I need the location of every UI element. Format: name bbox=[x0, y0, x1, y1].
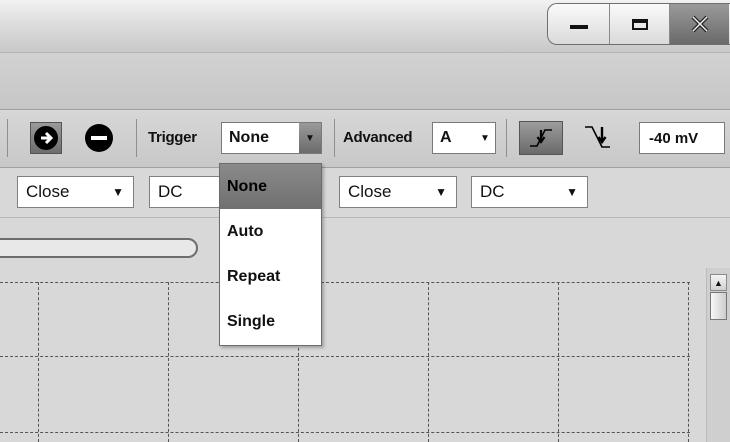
advanced-select-value: A bbox=[440, 129, 452, 146]
timeline-area bbox=[0, 218, 730, 268]
add-channel-icon bbox=[34, 126, 58, 150]
window-controls bbox=[547, 3, 730, 45]
channel-b-mode-value: DC bbox=[480, 182, 505, 201]
grid-line bbox=[0, 356, 690, 357]
grid-line bbox=[168, 282, 169, 442]
minimize-icon bbox=[569, 25, 588, 29]
maximize-button[interactable] bbox=[609, 4, 669, 44]
grid-line bbox=[558, 282, 559, 442]
trigger-dropdown-menu: None Auto Repeat Single bbox=[219, 163, 322, 346]
channel-b-coupling-select[interactable]: Close ▼ bbox=[339, 176, 457, 208]
trigger-option-single[interactable]: Single bbox=[220, 299, 321, 344]
add-channel-button[interactable] bbox=[30, 122, 62, 154]
trigger-option-none[interactable]: None bbox=[220, 164, 321, 209]
close-button[interactable] bbox=[669, 4, 729, 44]
rising-edge-icon bbox=[530, 129, 552, 147]
remove-channel-icon bbox=[85, 124, 113, 152]
falling-edge-icon bbox=[585, 126, 610, 148]
channel-a-coupling-select[interactable]: Close ▼ bbox=[17, 176, 134, 208]
channel-toolbar: Close ▼ DC Close ▼ DC ▼ bbox=[0, 168, 730, 218]
falling-edge-button[interactable] bbox=[582, 123, 614, 153]
trigger-option-auto[interactable]: Auto bbox=[220, 209, 321, 254]
toolbar-separator bbox=[7, 119, 8, 157]
toolbar-separator bbox=[334, 119, 335, 157]
main-toolbar: Trigger None ▼ Advanced A ▼ -40 mV bbox=[0, 110, 730, 168]
trigger-select-value: None bbox=[229, 129, 269, 146]
advanced-label: Advanced bbox=[343, 129, 413, 146]
chevron-down-icon: ▼ bbox=[435, 185, 447, 199]
toolbar-separator bbox=[136, 119, 137, 157]
channel-a-coupling-value: Close bbox=[26, 182, 70, 201]
scope-grid bbox=[0, 268, 706, 442]
scroll-thumb[interactable] bbox=[710, 292, 727, 320]
grid-line bbox=[688, 282, 689, 442]
grid-line bbox=[0, 432, 690, 433]
menu-band bbox=[0, 53, 730, 110]
channel-b-coupling-value: Close bbox=[348, 182, 392, 201]
threshold-value: -40 mV bbox=[649, 129, 699, 147]
close-icon bbox=[691, 15, 708, 33]
grid-line bbox=[0, 282, 690, 283]
advanced-select[interactable]: A ▼ bbox=[432, 122, 496, 154]
maximize-icon bbox=[631, 18, 648, 30]
rising-edge-button[interactable] bbox=[519, 121, 563, 155]
toolbar-separator bbox=[506, 119, 507, 157]
chevron-down-icon[interactable]: ▼ bbox=[299, 123, 321, 153]
channel-b-mode-select[interactable]: DC ▼ bbox=[471, 176, 588, 208]
grid-line bbox=[38, 282, 39, 442]
threshold-select[interactable]: -40 mV bbox=[639, 122, 725, 154]
vertical-scrollbar[interactable]: ▲ bbox=[706, 268, 730, 442]
remove-channel-button[interactable] bbox=[85, 124, 113, 152]
timeline-slider[interactable] bbox=[0, 238, 198, 258]
chevron-down-icon: ▼ bbox=[480, 132, 490, 144]
trigger-label: Trigger bbox=[148, 129, 197, 146]
title-bar bbox=[0, 0, 730, 53]
chevron-down-icon: ▼ bbox=[566, 185, 578, 199]
scroll-up-button[interactable]: ▲ bbox=[710, 274, 727, 291]
trigger-select[interactable]: None ▼ bbox=[221, 122, 322, 154]
scroll-up-icon: ▲ bbox=[714, 278, 723, 288]
chevron-down-icon: ▼ bbox=[112, 185, 124, 199]
channel-a-mode-value: DC bbox=[158, 182, 183, 201]
grid-line bbox=[428, 282, 429, 442]
trigger-option-repeat[interactable]: Repeat bbox=[220, 254, 321, 299]
minimize-button[interactable] bbox=[548, 4, 609, 44]
